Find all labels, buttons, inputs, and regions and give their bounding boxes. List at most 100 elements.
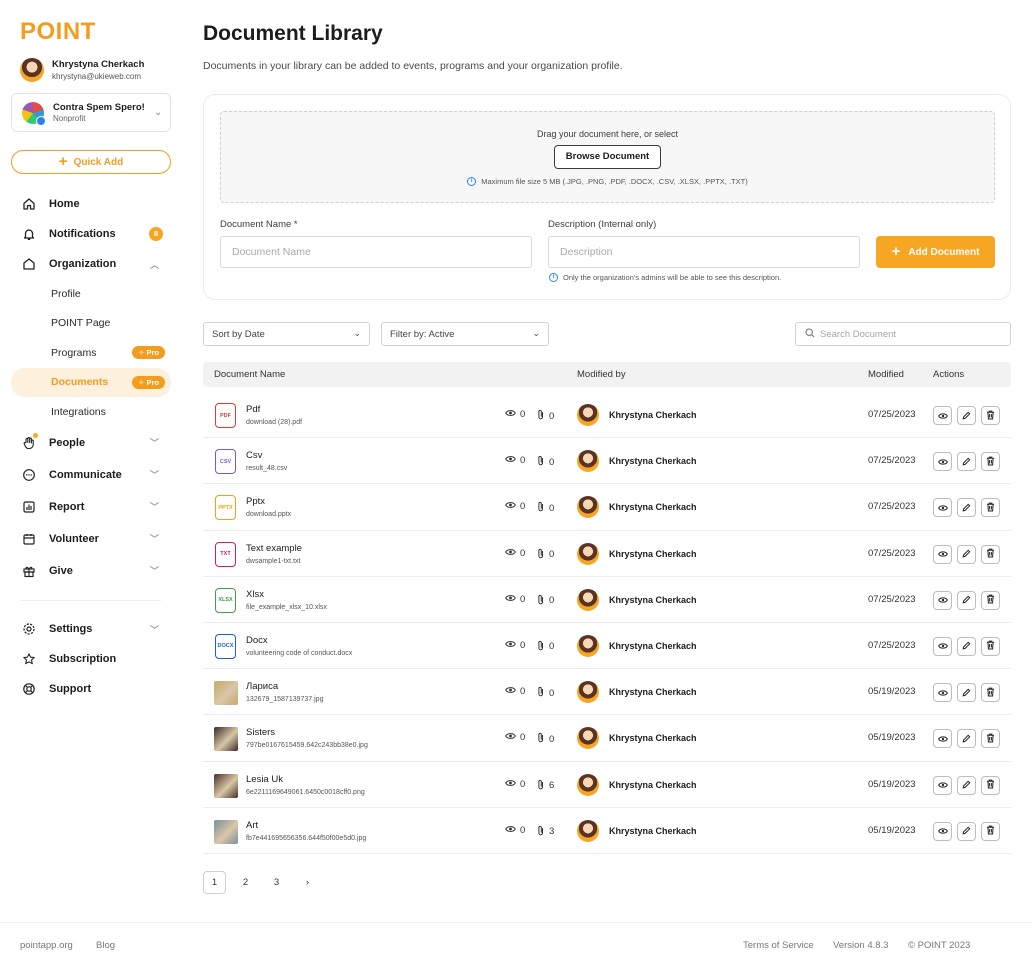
- paperclip-icon: [537, 455, 549, 469]
- edit-button[interactable]: [957, 498, 976, 518]
- nav-item-volunteer[interactable]: Volunteer ﹀: [11, 523, 171, 555]
- footer-blog-link[interactable]: Blog: [96, 940, 115, 951]
- sort-select[interactable]: Sort by Date ⌄: [203, 322, 370, 346]
- nav-item-communicate[interactable]: Communicate ﹀: [11, 459, 171, 491]
- delete-button[interactable]: [981, 636, 1000, 656]
- edit-button[interactable]: [957, 452, 976, 472]
- table-row[interactable]: DOCX Docx volunteering code of conduct.doc…: [203, 623, 1011, 670]
- edit-button[interactable]: [957, 775, 976, 795]
- nav-item-integrations[interactable]: Integrations: [11, 397, 171, 427]
- page-button[interactable]: 3: [265, 871, 288, 894]
- edit-button[interactable]: [957, 636, 976, 656]
- filter-select[interactable]: Filter by: Active ⌄: [381, 322, 549, 346]
- document-name[interactable]: Sisters: [246, 727, 275, 738]
- view-button[interactable]: [933, 821, 952, 841]
- nav-item-organization[interactable]: Organization ︿: [11, 249, 171, 279]
- browse-document-button[interactable]: Browse Document: [554, 145, 661, 169]
- document-name[interactable]: Pdf: [246, 404, 260, 415]
- delete-button[interactable]: [981, 729, 1000, 749]
- document-name[interactable]: Лариса: [246, 681, 278, 692]
- table-row[interactable]: CSV Csv result_48.csv 0 0 Khrystyna Cherkach 0…: [203, 438, 1011, 485]
- table-row[interactable]: PDF Pdf download (28).pdf 0 0 Khrystyna Cherk…: [203, 392, 1011, 439]
- delete-button[interactable]: [981, 683, 1000, 703]
- nav-item-notifications[interactable]: Notifications 8: [11, 219, 171, 249]
- view-button[interactable]: [933, 729, 952, 749]
- document-name[interactable]: Docx: [246, 635, 268, 646]
- column-modified[interactable]: Modified: [868, 369, 904, 380]
- column-document-name[interactable]: Document Name: [214, 369, 285, 380]
- footer-terms-link[interactable]: Terms of Service: [743, 940, 814, 951]
- view-button[interactable]: [933, 544, 952, 564]
- edit-button[interactable]: [957, 590, 976, 610]
- page-button[interactable]: 2: [234, 871, 257, 894]
- document-name[interactable]: Art: [246, 820, 258, 831]
- nav-item-settings[interactable]: Settings ﹀: [11, 614, 171, 644]
- chevron-down-icon: ﹀: [149, 469, 159, 480]
- table-row[interactable]: Лариса 132679_1587139737.jpg 0 0 Khrystyna C…: [203, 669, 1011, 716]
- edit-button[interactable]: [957, 729, 976, 749]
- document-name[interactable]: Xlsx: [246, 589, 264, 600]
- view-button[interactable]: [933, 683, 952, 703]
- user-profile[interactable]: Khrystyna Cherkach khrystyna@ukieweb.com: [20, 58, 144, 82]
- description-label: Description (Internal only): [548, 219, 657, 230]
- nav-item-support[interactable]: Support: [11, 674, 171, 704]
- column-modified-by[interactable]: Modified by: [577, 369, 626, 380]
- nav-item-give[interactable]: Give ﹀: [11, 555, 171, 587]
- upload-card: Drag your document here, or select Brows…: [203, 94, 1011, 300]
- view-button[interactable]: [933, 406, 952, 425]
- table-row[interactable]: Sisters 797be0167615459.642c243bb38e0.jpg…: [203, 715, 1011, 762]
- table-row[interactable]: Art fb7e441695656356.644f50f00e5d0.jpg 0 3 K…: [203, 808, 1011, 854]
- pencil-icon: [962, 684, 971, 702]
- table-row[interactable]: XLSX Xlsx file_example_xlsx_10.xlsx 0 0 Khrys…: [203, 577, 1011, 623]
- view-button[interactable]: [933, 636, 952, 656]
- modified-by-name: Khrystyna Cherkach: [609, 640, 697, 651]
- quick-add-button[interactable]: + Quick Add: [11, 150, 171, 174]
- document-name[interactable]: Lesia Uk: [246, 774, 283, 785]
- nav-item-subscription[interactable]: Subscription: [11, 644, 171, 674]
- delete-button[interactable]: [981, 544, 1000, 564]
- organization-switcher[interactable]: Contra Spem Spero! Nonprofit ⌄: [11, 93, 171, 132]
- edit-button[interactable]: [957, 406, 976, 425]
- delete-button[interactable]: [981, 590, 1000, 610]
- document-name[interactable]: Pptx: [246, 496, 265, 507]
- delete-button[interactable]: [981, 452, 1000, 472]
- document-filename: download (28).pdf: [246, 419, 303, 426]
- document-name-input[interactable]: [220, 236, 532, 268]
- view-button[interactable]: [933, 498, 952, 518]
- trash-icon: [986, 776, 995, 794]
- nav-item-home[interactable]: Home: [11, 189, 171, 219]
- attachments-count: 0: [537, 686, 554, 700]
- chevron-down-icon: ﹀: [149, 533, 159, 544]
- document-name[interactable]: Csv: [246, 450, 262, 461]
- nav-item-people[interactable]: People ﹀: [11, 427, 171, 459]
- delete-button[interactable]: [981, 498, 1000, 518]
- edit-button[interactable]: [957, 683, 976, 703]
- view-button[interactable]: [933, 590, 952, 610]
- add-document-button[interactable]: + Add Document: [876, 236, 995, 268]
- nav-item-point-page[interactable]: POINT Page: [11, 309, 171, 339]
- document-name[interactable]: Text example: [246, 543, 302, 554]
- edit-button[interactable]: [957, 544, 976, 564]
- page-button[interactable]: 1: [203, 871, 226, 894]
- point-logo[interactable]: POINT: [20, 18, 96, 46]
- delete-button[interactable]: [981, 406, 1000, 425]
- table-row[interactable]: Lesia Uk 6e2211169649061.6450c0018cff0.pn…: [203, 762, 1011, 808]
- delete-button[interactable]: [981, 775, 1000, 795]
- nav-item-profile[interactable]: Profile: [11, 279, 171, 309]
- search-input[interactable]: [820, 328, 1000, 340]
- nav-item-documents[interactable]: Documents ✧ Pro: [11, 367, 171, 397]
- next-page-button[interactable]: ›: [296, 871, 319, 894]
- view-button[interactable]: [933, 775, 952, 795]
- table-row[interactable]: PPTX Pptx download.pptx 0 0 Khrystyna Cherkac…: [203, 484, 1011, 531]
- table-row[interactable]: TXT Text example dwsample1-txt.txt 0 0 Khryst…: [203, 531, 1011, 577]
- nav-item-programs[interactable]: Programs ✧ Pro: [11, 338, 171, 368]
- footer-site-link[interactable]: pointapp.org: [20, 940, 73, 951]
- search-box[interactable]: [795, 322, 1011, 346]
- delete-button[interactable]: [981, 821, 1000, 841]
- modified-date: 07/25/2023: [868, 593, 916, 605]
- description-input[interactable]: [548, 236, 860, 268]
- nav-item-report[interactable]: Report ﹀: [11, 491, 171, 523]
- edit-button[interactable]: [957, 821, 976, 841]
- view-button[interactable]: [933, 452, 952, 472]
- document-dropzone[interactable]: Drag your document here, or select Brows…: [220, 111, 995, 203]
